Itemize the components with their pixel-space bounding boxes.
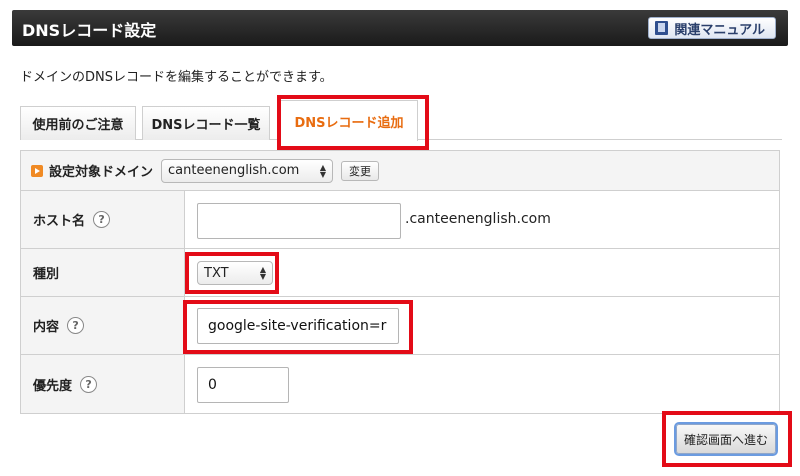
- type-label: 種別: [33, 267, 60, 282]
- page-description: ドメインのDNSレコードを編集することができます。: [20, 70, 333, 85]
- updown-arrows-icon: ▲ ▼: [259, 265, 266, 281]
- target-domain-label: 設定対象ドメイン: [49, 165, 154, 180]
- change-domain-button[interactable]: 変更: [341, 160, 380, 181]
- record-type-select[interactable]: TXT ▲ ▼: [197, 261, 273, 285]
- dns-form-panel: 設定対象ドメイン canteenenglish.com ▲ ▼ 変更 ホスト名 ?…: [20, 150, 780, 414]
- host-label: ホスト名: [33, 214, 86, 229]
- tab-bar: 使用前のご注意 DNSレコード一覧 DNSレコード追加: [20, 100, 782, 141]
- host-input[interactable]: [197, 203, 401, 239]
- host-domain-suffix: .canteenenglish.com: [405, 211, 551, 227]
- record-type-value: TXT: [204, 265, 229, 281]
- content-label: 内容: [33, 320, 60, 335]
- priority-label: 優先度: [33, 378, 73, 394]
- page-title: DNSレコード設定: [22, 21, 157, 40]
- tab-dns-record-add[interactable]: DNSレコード追加: [280, 100, 418, 141]
- host-row: ホスト名 ? .canteenenglish.com: [21, 191, 779, 249]
- help-icon[interactable]: ?: [80, 375, 98, 393]
- content-label-cell: 内容 ?: [21, 297, 185, 354]
- help-icon[interactable]: ?: [93, 211, 111, 228]
- priority-input[interactable]: 0: [197, 367, 289, 403]
- host-label-cell: ホスト名 ?: [21, 191, 185, 248]
- domain-select-value: canteenenglish.com: [168, 163, 300, 178]
- manual-button[interactable]: 関連マニュアル: [648, 17, 776, 39]
- title-bar: DNSレコード設定 関連マニュアル: [12, 10, 788, 46]
- type-label-cell: 種別: [21, 249, 185, 296]
- type-row: 種別 TXT ▲ ▼: [21, 249, 779, 297]
- tab-precautions[interactable]: 使用前のご注意: [20, 106, 136, 140]
- book-icon: [655, 21, 669, 35]
- updown-arrows-icon: ▲ ▼: [319, 162, 327, 179]
- manual-button-label: 関連マニュアル: [674, 22, 765, 38]
- content-row: 内容 ? google-site-verification=r: [21, 297, 779, 355]
- help-icon[interactable]: ?: [67, 317, 85, 334]
- priority-label-cell: 優先度 ?: [21, 355, 185, 413]
- target-domain-header: 設定対象ドメイン canteenenglish.com ▲ ▼ 変更: [21, 151, 779, 191]
- tab-dns-record-list[interactable]: DNSレコード一覧: [142, 106, 270, 140]
- domain-select[interactable]: canteenenglish.com ▲ ▼: [161, 158, 334, 183]
- priority-row: 優先度 ? 0: [21, 355, 779, 413]
- confirm-button[interactable]: 確認画面へ進む: [676, 424, 776, 454]
- arrow-right-icon: [31, 164, 43, 177]
- content-input[interactable]: google-site-verification=r: [197, 308, 399, 344]
